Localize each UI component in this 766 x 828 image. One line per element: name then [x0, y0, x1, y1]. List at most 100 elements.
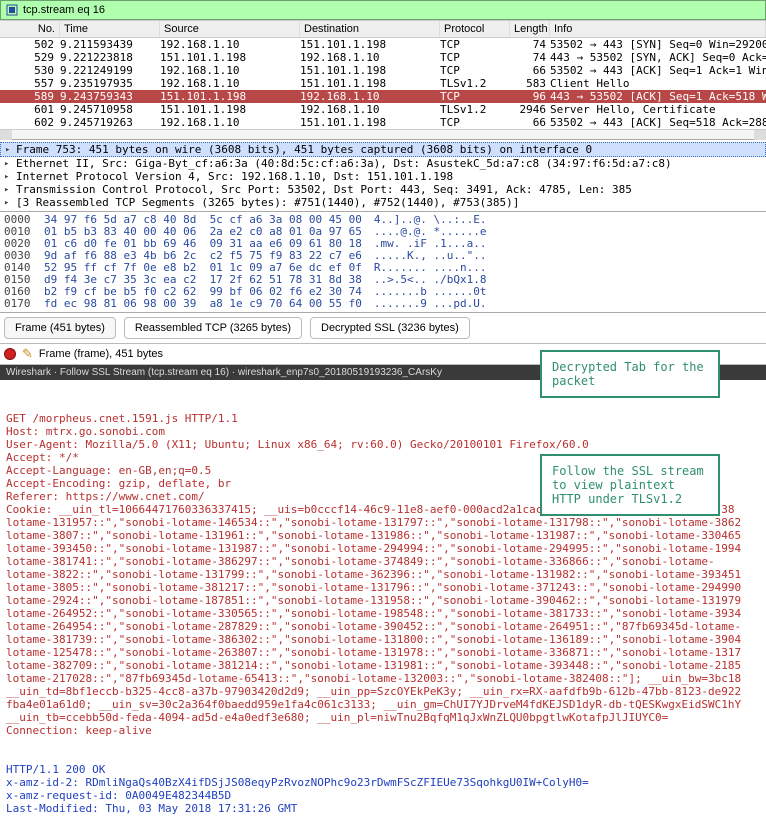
- col-src-header[interactable]: Source: [160, 21, 300, 37]
- col-time-header[interactable]: Time: [60, 21, 160, 37]
- packet-len: 96: [510, 90, 550, 103]
- packet-time: 9.245719263: [60, 116, 160, 129]
- bytes-tabs: Frame (451 bytes) Reassembled TCP (3265 …: [0, 313, 766, 344]
- display-filter-bar[interactable]: tcp.stream eq 16: [0, 0, 766, 20]
- packet-details-tree[interactable]: ▸ Frame 753: 451 bytes on wire (3608 bits…: [0, 139, 766, 212]
- packet-proto: TLSv1.2: [440, 103, 510, 116]
- packet-time: 9.245710958: [60, 103, 160, 116]
- packet-time: 9.243759343: [60, 90, 160, 103]
- packet-len: 74: [510, 38, 550, 51]
- expert-info-icon[interactable]: [4, 348, 16, 360]
- packet-no: 530: [0, 64, 60, 77]
- detail-line[interactable]: ▸ [3 Reassembled TCP Segments (3265 bytes…: [0, 196, 766, 209]
- packet-src: 151.101.1.198: [160, 103, 300, 116]
- packet-proto: TCP: [440, 38, 510, 51]
- packet-no: 557: [0, 77, 60, 90]
- detail-line[interactable]: ▸ Internet Protocol Version 4, Src: 192.1…: [0, 170, 766, 183]
- packet-row[interactable]: 5029.211593439192.168.1.10151.101.1.198T…: [0, 38, 766, 51]
- packet-proto: TCP: [440, 116, 510, 129]
- col-info-header[interactable]: Info: [550, 21, 766, 37]
- tab-frame[interactable]: Frame (451 bytes): [4, 317, 116, 339]
- packet-src: 151.101.1.198: [160, 51, 300, 64]
- packet-row[interactable]: 5299.221223818151.101.1.198192.168.1.10T…: [0, 51, 766, 64]
- packet-info: 53502 → 443 [ACK] Seq=518 Ack=288: [550, 116, 766, 129]
- detail-text: Transmission Control Protocol, Src Port:…: [16, 183, 632, 196]
- packet-proto: TLSv1.2: [440, 77, 510, 90]
- packet-proto: TCP: [440, 51, 510, 64]
- packet-no: 529: [0, 51, 60, 64]
- packet-list[interactable]: 5029.211593439192.168.1.10151.101.1.198T…: [0, 38, 766, 129]
- scroll-right-icon[interactable]: [754, 130, 766, 140]
- col-dst-header[interactable]: Destination: [300, 21, 440, 37]
- packet-dst: 151.101.1.198: [300, 77, 440, 90]
- packet-src: 192.168.1.10: [160, 116, 300, 129]
- display-filter-text[interactable]: tcp.stream eq 16: [23, 4, 105, 16]
- packet-proto: TCP: [440, 64, 510, 77]
- hex-line[interactable]: 0170fd ec 98 81 06 98 00 39 a8 1e c9 70 …: [4, 298, 762, 310]
- packet-src: 192.168.1.10: [160, 64, 300, 77]
- packet-row[interactable]: 5899.243759343151.101.1.198192.168.1.10T…: [0, 90, 766, 103]
- packet-src: 151.101.1.198: [160, 90, 300, 103]
- packet-info: 53502 → 443 [ACK] Seq=1 Ack=1 Win=: [550, 64, 766, 77]
- packet-dst: 192.168.1.10: [300, 90, 440, 103]
- packet-len: 74: [510, 51, 550, 64]
- packet-info: Server Hello, Certificate: [550, 103, 766, 116]
- col-no-header[interactable]: No.: [0, 21, 60, 37]
- detail-text: Internet Protocol Version 4, Src: 192.16…: [16, 170, 453, 183]
- hex-ascii: .......9 ...pd.U.: [374, 298, 487, 310]
- packet-src: 192.168.1.10: [160, 38, 300, 51]
- packet-dst: 192.168.1.10: [300, 51, 440, 64]
- tab-decrypted-ssl[interactable]: Decrypted SSL (3236 bytes): [310, 317, 470, 339]
- expand-icon[interactable]: ▸: [4, 197, 9, 209]
- packet-src: 192.168.1.10: [160, 77, 300, 90]
- packet-row[interactable]: 6019.245710958151.101.1.198192.168.1.10T…: [0, 103, 766, 116]
- expand-icon[interactable]: ▸: [4, 184, 9, 196]
- packet-list-header: No. Time Source Destination Protocol Len…: [0, 20, 766, 38]
- follow-stream-pane[interactable]: GET /morpheus.cnet.1591.js HTTP/1.1 Host…: [0, 380, 766, 828]
- hex-dump-pane[interactable]: 000034 97 f6 5d a7 c8 40 8d 5c cf a6 3a …: [0, 212, 766, 313]
- expand-icon[interactable]: ▸: [4, 158, 9, 170]
- detail-text: Ethernet II, Src: Giga-Byt_cf:a6:3a (40:…: [16, 157, 672, 170]
- detail-line[interactable]: ▸ Ethernet II, Src: Giga-Byt_cf:a6:3a (40…: [0, 157, 766, 170]
- packet-dst: 151.101.1.198: [300, 116, 440, 129]
- packet-info: Client Hello: [550, 77, 766, 90]
- packet-row[interactable]: 5309.221249199192.168.1.10151.101.1.198T…: [0, 64, 766, 77]
- packet-no: 602: [0, 116, 60, 129]
- expand-icon[interactable]: ▸: [5, 144, 10, 157]
- packet-time: 9.235197935: [60, 77, 160, 90]
- packet-dst: 192.168.1.10: [300, 103, 440, 116]
- hex-addr: 0170: [4, 298, 44, 310]
- expand-icon[interactable]: ▸: [4, 171, 9, 183]
- packet-hscroll[interactable]: [0, 129, 766, 139]
- packet-proto: TCP: [440, 90, 510, 103]
- packet-row[interactable]: 5579.235197935192.168.1.10151.101.1.198T…: [0, 77, 766, 90]
- packet-dst: 151.101.1.198: [300, 38, 440, 51]
- detail-text: Frame 753: 451 bytes on wire (3608 bits)…: [16, 143, 592, 156]
- packet-len: 2946: [510, 103, 550, 116]
- http-response-block[interactable]: HTTP/1.1 200 OK x-amz-id-2: RDmliNgaQs40…: [6, 763, 760, 815]
- packet-no: 589: [0, 90, 60, 103]
- packet-no: 601: [0, 103, 60, 116]
- edit-icon[interactable]: ✎: [22, 346, 33, 362]
- bookmark-icon[interactable]: [5, 3, 19, 17]
- hex-bytes: fd ec 98 81 06 98 00 39 a8 1e c9 70 64 0…: [44, 298, 362, 310]
- packet-row[interactable]: 6029.245719263192.168.1.10151.101.1.198T…: [0, 116, 766, 129]
- packet-info: 443 → 53502 [ACK] Seq=1 Ack=518 W: [550, 90, 766, 103]
- packet-info: 53502 → 443 [SYN] Seq=0 Win=29200: [550, 38, 766, 51]
- packet-len: 66: [510, 116, 550, 129]
- status-text: Frame (frame), 451 bytes: [39, 348, 163, 360]
- col-len-header[interactable]: Length: [510, 21, 550, 37]
- detail-text: [3 Reassembled TCP Segments (3265 bytes)…: [16, 196, 519, 209]
- detail-line[interactable]: ▸ Transmission Control Protocol, Src Port…: [0, 183, 766, 196]
- packet-info: 443 → 53502 [SYN, ACK] Seq=0 Ack=: [550, 51, 766, 64]
- packet-len: 66: [510, 64, 550, 77]
- packet-time: 9.211593439: [60, 38, 160, 51]
- tab-reassembled-tcp[interactable]: Reassembled TCP (3265 bytes): [124, 317, 302, 339]
- packet-time: 9.221223818: [60, 51, 160, 64]
- detail-line[interactable]: ▸ Frame 753: 451 bytes on wire (3608 bits…: [0, 142, 766, 157]
- annotation-decrypted-tab: Decrypted Tab for the packet: [540, 350, 720, 398]
- packet-dst: 151.101.1.198: [300, 64, 440, 77]
- scroll-left-icon[interactable]: [0, 130, 12, 140]
- col-proto-header[interactable]: Protocol: [440, 21, 510, 37]
- packet-no: 502: [0, 38, 60, 51]
